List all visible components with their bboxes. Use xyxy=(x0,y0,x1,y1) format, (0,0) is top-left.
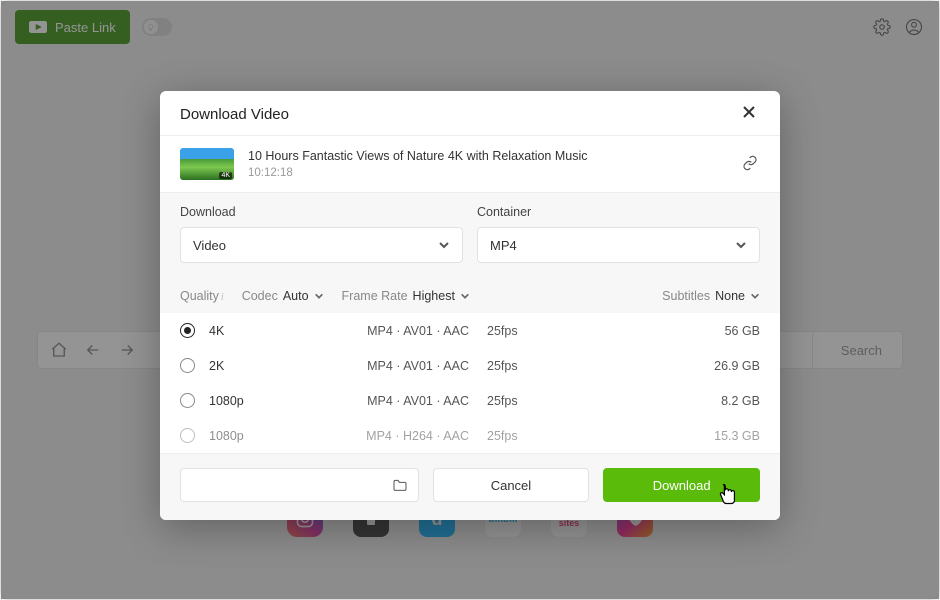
download-button-label: Download xyxy=(653,478,711,493)
modal-title: Download Video xyxy=(180,106,742,123)
download-type-select[interactable]: Video xyxy=(180,227,463,263)
quality-row[interactable]: 4KMP4 · AV01 · AAC25fps 56 GB xyxy=(160,313,780,348)
quality-codec: MP4 · AV01 · AAC xyxy=(319,359,469,373)
quality-radio[interactable] xyxy=(180,393,195,408)
quality-row[interactable]: 1080pMP4 · AV01 · AAC25fps 8.2 GB xyxy=(160,383,780,418)
info-icon[interactable]: i xyxy=(221,292,224,303)
close-button[interactable] xyxy=(742,105,760,123)
quality-size: 26.9 GB xyxy=(714,359,760,373)
quality-codec: MP4 · AV01 · AAC xyxy=(319,324,469,338)
download-button[interactable]: Download xyxy=(603,468,760,502)
quality-size: 56 GB xyxy=(725,324,760,338)
video-title: 10 Hours Fantastic Views of Nature 4K wi… xyxy=(248,149,728,163)
copy-link-button[interactable] xyxy=(742,155,760,173)
cancel-button[interactable]: Cancel xyxy=(433,468,590,502)
quality-radio[interactable] xyxy=(180,428,195,443)
framerate-filter[interactable]: Frame Rate Highest xyxy=(342,289,470,303)
quality-resolution: 1080p xyxy=(209,429,319,443)
output-folder-button[interactable] xyxy=(180,468,419,502)
quality-size: 8.2 GB xyxy=(721,394,760,408)
modal-footer: Cancel Download xyxy=(160,453,780,520)
close-icon xyxy=(742,105,756,119)
container-value: MP4 xyxy=(490,238,735,253)
chevron-down-icon xyxy=(750,291,760,301)
container-label: Container xyxy=(477,205,760,219)
video-info-row: 10 Hours Fantastic Views of Nature 4K wi… xyxy=(160,136,780,193)
subtitles-filter[interactable]: Subtitles None xyxy=(662,289,760,303)
container-select[interactable]: MP4 xyxy=(477,227,760,263)
quality-fps: 25fps xyxy=(469,359,539,373)
quality-codec: MP4 · AV01 · AAC xyxy=(319,394,469,408)
quality-resolution: 1080p xyxy=(209,394,319,408)
quality-label: Qualityi xyxy=(180,289,224,303)
filter-row: Qualityi Codec Auto Frame Rate Highest S… xyxy=(160,279,780,313)
quality-resolution: 2K xyxy=(209,359,319,373)
download-modal: Download Video 10 Hours Fantastic Views … xyxy=(160,91,780,520)
quality-radio[interactable] xyxy=(180,358,195,373)
video-duration: 10:12:18 xyxy=(248,167,728,179)
quality-codec: MP4 · H264 · AAC xyxy=(319,429,469,443)
quality-row[interactable]: 2KMP4 · AV01 · AAC25fps 26.9 GB xyxy=(160,348,780,383)
download-type-label: Download xyxy=(180,205,463,219)
video-thumbnail xyxy=(180,148,234,180)
link-icon xyxy=(742,155,758,171)
quality-fps: 25fps xyxy=(469,429,539,443)
quality-list: 4KMP4 · AV01 · AAC25fps56 GB2KMP4 · AV01… xyxy=(160,313,780,453)
chevron-down-icon xyxy=(438,239,450,251)
chevron-down-icon xyxy=(314,291,324,301)
download-type-value: Video xyxy=(193,238,438,253)
chevron-down-icon xyxy=(735,239,747,251)
codec-filter[interactable]: Codec Auto xyxy=(242,289,324,303)
chevron-down-icon xyxy=(460,291,470,301)
selects-row: Download Video Container MP4 xyxy=(160,193,780,279)
quality-radio[interactable] xyxy=(180,323,195,338)
cursor-hand-icon xyxy=(713,479,741,507)
folder-icon xyxy=(392,478,408,492)
quality-size: 15.3 GB xyxy=(714,429,760,443)
quality-fps: 25fps xyxy=(469,324,539,338)
quality-resolution: 4K xyxy=(209,324,319,338)
quality-fps: 25fps xyxy=(469,394,539,408)
quality-row: 1080pMP4 · H264 · AAC25fps 15.3 GB xyxy=(160,418,780,453)
modal-header: Download Video xyxy=(160,91,780,136)
